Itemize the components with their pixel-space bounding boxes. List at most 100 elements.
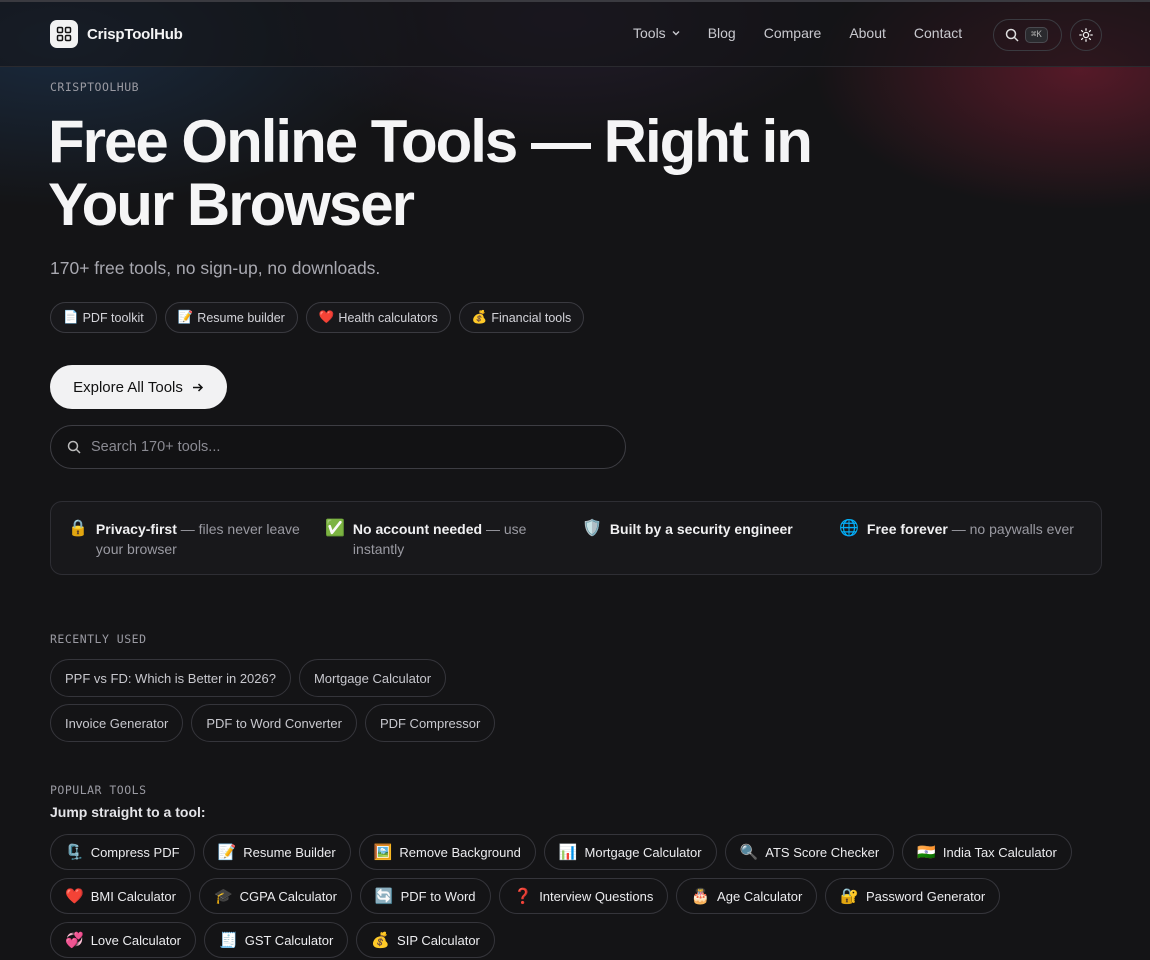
tool-password-generator[interactable]: 🔐 Password Generator	[825, 878, 1001, 914]
popular-tools-subheading: Jump straight to a tool:	[50, 804, 206, 820]
tool-sip-calculator[interactable]: 💰 SIP Calculator	[356, 922, 495, 958]
tool-bmi-calculator[interactable]: ❤️ BMI Calculator	[50, 878, 191, 914]
explore-label: Explore All Tools	[73, 378, 183, 396]
recently-used-list: PPF vs FD: Which is Better in 2026? Mort…	[50, 659, 510, 742]
chip-label: Health calculators	[338, 310, 438, 325]
recent-item[interactable]: Mortgage Calculator	[298, 659, 447, 697]
shortcut-badge: ⌘K	[1025, 27, 1048, 43]
tool-mortgage-calculator[interactable]: 📊 Mortgage Calculator	[543, 834, 717, 870]
picture-icon: 🖼️	[373, 844, 393, 861]
money-bag-icon: 💰	[371, 932, 391, 949]
tool-gst-calculator[interactable]: 🧾 GST Calculator	[204, 922, 349, 958]
india-flag-icon: 🇮🇳	[917, 844, 936, 861]
chip-health-calculators[interactable]: ❤️ Health calculators	[305, 302, 451, 333]
chip-resume-builder[interactable]: 📝 Resume builder	[164, 302, 298, 333]
receipt-icon: 🧾	[219, 932, 238, 949]
nav-tools-label: Tools	[633, 25, 666, 41]
tool-label: Compress PDF	[90, 844, 180, 860]
lock-key-icon: 🔐	[840, 888, 860, 905]
tool-cgpa-calculator[interactable]: 🎓 CGPA Calculator	[198, 878, 352, 914]
tool-remove-background[interactable]: 🖼️ Remove Background	[358, 834, 536, 870]
arrow-right-icon	[192, 382, 203, 392]
hero-subtitle: 170+ free tools, no sign-up, no download…	[50, 258, 381, 278]
tool-label: SIP Calculator	[397, 932, 480, 948]
bar-chart-icon: 📊	[558, 844, 578, 861]
tool-label: Mortgage Calculator	[584, 844, 702, 860]
document-icon: 📄	[63, 310, 79, 324]
chevron-down-icon	[672, 31, 680, 36]
grid-icon	[50, 20, 78, 48]
memo-icon: 📝	[177, 310, 194, 324]
memo-icon: 📝	[217, 844, 237, 861]
trust-bold: No account needed	[352, 521, 483, 537]
site-header: CrispToolHub Tools Blog Compare About Co…	[0, 2, 1150, 67]
trust-bar: 🔒 Privacy-first — files never leave your…	[50, 501, 1102, 575]
main-nav: Tools Blog Compare About Contact	[633, 25, 962, 41]
question-mark-icon: ❓	[513, 888, 533, 905]
tool-india-tax-calculator[interactable]: 🇮🇳 India Tax Calculator	[902, 834, 1072, 870]
chip-label: Resume builder	[197, 310, 285, 325]
tool-label: Password Generator	[866, 888, 986, 904]
chip-financial-tools[interactable]: 💰 Financial tools	[458, 302, 585, 333]
trust-bold: Built by a security engineer	[609, 521, 793, 537]
lock-icon: 🔒	[68, 520, 88, 537]
trust-bold: Privacy-first	[95, 521, 177, 537]
trust-free: 🌐 Free forever — no paywalls ever	[839, 519, 1099, 539]
tool-label: Age Calculator	[717, 888, 803, 904]
hero-title: Free Online Tools — Right in Your Browse…	[48, 110, 848, 236]
chip-pdf-toolkit[interactable]: 📄 PDF toolkit	[50, 302, 157, 333]
trust-privacy: 🔒 Privacy-first — files never leave your…	[68, 519, 308, 559]
tool-interview-questions[interactable]: ❓ Interview Questions	[498, 878, 669, 914]
search-input[interactable]	[91, 439, 571, 455]
tool-label: BMI Calculator	[90, 888, 176, 904]
two-hearts-icon: 💞	[65, 932, 84, 949]
recent-item[interactable]: PDF Compressor	[364, 704, 496, 742]
search-button[interactable]: ⌘K	[993, 19, 1062, 51]
search-icon	[1005, 28, 1019, 42]
trust-bold: Free forever	[866, 521, 948, 537]
trust-security: 🛡️ Built by a security engineer	[582, 519, 822, 539]
nav-tools[interactable]: Tools	[633, 25, 681, 41]
globe-icon: 🌐	[839, 520, 859, 537]
recently-used-heading: RECENTLY USED	[50, 632, 147, 646]
shield-icon: 🛡️	[582, 520, 602, 537]
recent-item[interactable]: PDF to Word Converter	[191, 704, 357, 742]
tool-label: ATS Score Checker	[765, 844, 880, 860]
magnifier-icon: 🔍	[739, 844, 759, 861]
tool-age-calculator[interactable]: 🎂 Age Calculator	[676, 878, 818, 914]
tool-resume-builder[interactable]: 📝 Resume Builder	[202, 834, 351, 870]
tool-label: CGPA Calculator	[239, 888, 337, 904]
tool-search[interactable]	[50, 425, 626, 469]
tool-label: Interview Questions	[539, 888, 654, 904]
search-icon	[67, 440, 81, 454]
nav-compare[interactable]: Compare	[764, 25, 822, 41]
tool-pdf-to-word[interactable]: 🔄 PDF to Word	[359, 878, 491, 914]
popular-tools-list: 🗜️ Compress PDF 📝 Resume Builder 🖼️ Remove …	[50, 834, 1110, 958]
brand-logo[interactable]: CrispToolHub	[50, 20, 183, 48]
nav-about[interactable]: About	[849, 25, 886, 41]
birthday-cake-icon: 🎂	[691, 888, 711, 905]
clamp-icon: 🗜️	[65, 844, 84, 861]
hero-title-line2: Your Browser	[48, 171, 415, 238]
theme-toggle-button[interactable]	[1070, 19, 1102, 51]
recent-item[interactable]: Invoice Generator	[50, 704, 184, 742]
hero-title-line1: Free Online Tools — Right in	[48, 108, 813, 175]
tool-label: Remove Background	[399, 844, 521, 860]
recent-item[interactable]: PPF vs FD: Which is Better in 2026?	[50, 659, 291, 697]
tool-ats-score-checker[interactable]: 🔍 ATS Score Checker	[724, 834, 895, 870]
explore-all-tools-button[interactable]: Explore All Tools	[50, 365, 227, 409]
trust-rest: — no paywalls ever	[947, 521, 1074, 537]
tool-love-calculator[interactable]: 💞 Love Calculator	[50, 922, 197, 958]
graduation-cap-icon: 🎓	[213, 888, 233, 905]
trust-no-account: ✅ No account needed — use instantly	[325, 519, 555, 559]
heart-icon: ❤️	[318, 310, 335, 324]
heart-icon: ❤️	[65, 888, 84, 905]
nav-contact[interactable]: Contact	[914, 25, 962, 41]
tool-label: PDF to Word	[400, 888, 476, 904]
nav-blog[interactable]: Blog	[708, 25, 736, 41]
tool-compress-pdf[interactable]: 🗜️ Compress PDF	[50, 834, 195, 870]
chip-label: Financial tools	[491, 310, 572, 325]
sun-icon	[1079, 28, 1093, 42]
hero-eyebrow: CRISPTOOLHUB	[50, 80, 140, 94]
tool-label: India Tax Calculator	[942, 844, 1057, 860]
